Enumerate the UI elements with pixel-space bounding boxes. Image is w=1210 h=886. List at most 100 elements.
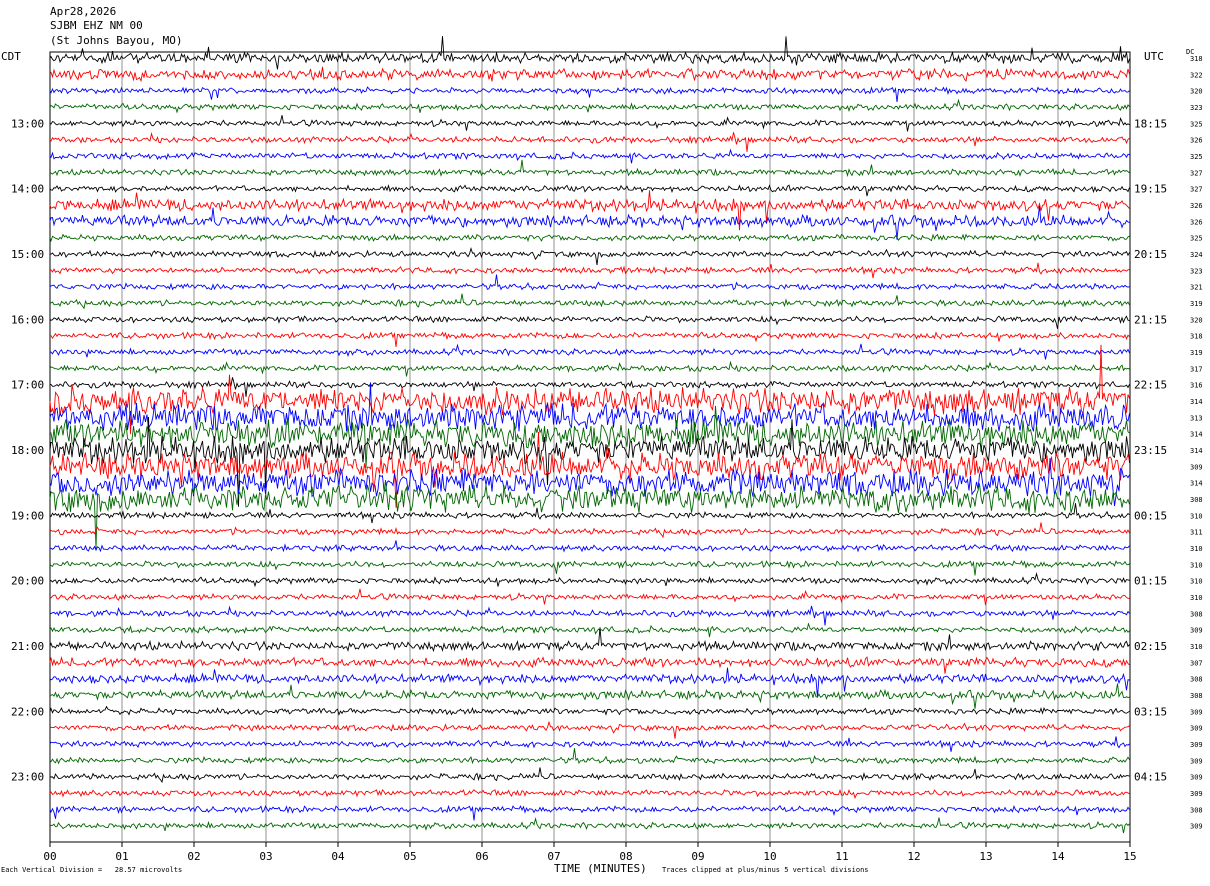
- seismic-trace: [49, 605, 1130, 626]
- seismic-trace: [50, 331, 1130, 347]
- seismic-trace: [49, 622, 1130, 638]
- x-tick-label: 00: [43, 850, 56, 863]
- dc-value: 324: [1190, 251, 1203, 259]
- dc-value: 319: [1190, 300, 1203, 308]
- seismic-trace: [49, 315, 1130, 329]
- x-tick-label: 15: [1123, 850, 1136, 863]
- seismic-trace: [49, 293, 1130, 310]
- left-hour-label: 21:00: [11, 640, 44, 653]
- left-hour-label: 17:00: [11, 379, 44, 392]
- dc-value: 310: [1190, 643, 1203, 651]
- seismic-trace: [49, 159, 1130, 178]
- x-tick-label: 13: [979, 850, 992, 863]
- dc-value: 314: [1190, 447, 1203, 455]
- dc-value: 326: [1190, 137, 1203, 145]
- dc-value: 316: [1190, 382, 1203, 390]
- right-hour-label: 21:15: [1134, 313, 1167, 326]
- seismic-trace: [49, 246, 1130, 266]
- dc-value: 317: [1190, 365, 1203, 373]
- dc-value: 309: [1190, 463, 1203, 471]
- dc-value: 310: [1190, 545, 1203, 553]
- dc-value: 310: [1190, 512, 1203, 520]
- left-hour-label: 18:00: [11, 444, 44, 457]
- seismic-trace: [49, 274, 1130, 291]
- x-axis-title: TIME (MINUTES): [554, 862, 647, 875]
- dc-value: 311: [1190, 529, 1203, 537]
- vertical-division-note: Each Vertical Division = 28.57 microvolt…: [1, 866, 183, 874]
- seismic-trace: [49, 540, 1130, 553]
- x-tick-label: 01: [115, 850, 128, 863]
- seismic-trace: [49, 66, 1130, 83]
- dc-value: 309: [1190, 627, 1203, 635]
- dc-value: 320: [1190, 316, 1203, 324]
- x-tick-label: 02: [187, 850, 200, 863]
- seismic-trace: [49, 559, 1130, 576]
- right-hour-label: 01:15: [1134, 575, 1167, 588]
- dc-value: 314: [1190, 398, 1203, 406]
- seismic-trace: [49, 131, 1130, 152]
- seismic-trace: [49, 184, 1130, 197]
- seismic-trace: [49, 480, 1130, 549]
- dc-value: 308: [1190, 806, 1203, 814]
- seismic-trace: [49, 233, 1130, 243]
- right-hour-label: 22:15: [1134, 379, 1167, 392]
- dc-value: 314: [1190, 431, 1203, 439]
- seismic-trace: [49, 804, 1130, 821]
- right-hour-label: 18:15: [1134, 117, 1167, 130]
- dc-value: 309: [1190, 757, 1203, 765]
- dc-value: 327: [1190, 186, 1203, 194]
- x-tick-label: 04: [331, 850, 345, 863]
- seismic-trace: [49, 262, 1130, 279]
- dc-value: 309: [1190, 823, 1203, 831]
- x-tick-label: 14: [1051, 850, 1065, 863]
- helicorder-plot: 00 01 02 03 04 05 06 07 08 09 10 11 12 13 14 1531832232…: [11, 36, 1203, 863]
- seismic-trace: [49, 377, 1130, 397]
- dc-value: 326: [1190, 202, 1203, 210]
- seismic-trace: [49, 344, 1130, 435]
- seismic-trace: [49, 360, 1130, 377]
- right-hour-label: 02:15: [1134, 640, 1167, 653]
- x-tick-label: 03: [259, 850, 272, 863]
- dc-value: 307: [1190, 659, 1203, 667]
- seismic-trace: [49, 98, 1130, 114]
- dc-value: 309: [1190, 790, 1203, 798]
- seismic-trace: [49, 705, 1130, 716]
- seismic-trace: [49, 736, 1130, 752]
- seismic-trace: [49, 206, 1130, 240]
- dc-value: 309: [1190, 774, 1203, 782]
- seismic-trace: [49, 683, 1130, 709]
- dc-value: 313: [1190, 414, 1203, 422]
- left-hour-label: 22:00: [11, 705, 44, 718]
- dc-value: 325: [1190, 153, 1203, 161]
- x-tick-label: 10: [763, 850, 776, 863]
- dc-value: 309: [1190, 725, 1203, 733]
- dc-value: 310: [1190, 561, 1203, 569]
- seismic-trace: [49, 115, 1130, 132]
- left-hour-label: 15:00: [11, 248, 44, 261]
- dc-value: 320: [1190, 88, 1203, 96]
- right-hour-label: 19:15: [1134, 183, 1167, 196]
- dc-value: 309: [1190, 708, 1203, 716]
- left-hour-label: 16:00: [11, 313, 44, 326]
- seismic-trace: [49, 36, 1130, 70]
- right-hour-label: 20:15: [1134, 248, 1167, 261]
- seismic-trace: [49, 588, 1130, 606]
- dc-value: 319: [1190, 349, 1203, 357]
- left-hour-label: 23:00: [11, 771, 44, 784]
- left-hour-label: 14:00: [11, 183, 44, 196]
- seismic-trace: [49, 343, 1130, 360]
- dc-value: 308: [1190, 496, 1203, 504]
- seismic-trace: [49, 86, 1130, 102]
- x-tick-label: 05: [403, 850, 416, 863]
- x-tick-label: 06: [475, 850, 488, 863]
- dc-value: 321: [1190, 284, 1203, 292]
- dc-value: 325: [1190, 235, 1203, 243]
- left-hour-label: 13:00: [11, 117, 44, 130]
- dc-value: 325: [1190, 120, 1203, 128]
- seismic-trace: [49, 522, 1130, 539]
- seismic-trace: [49, 817, 1130, 834]
- seismic-trace: [49, 148, 1130, 164]
- dc-value: 322: [1190, 71, 1203, 79]
- dc-value: 308: [1190, 610, 1203, 618]
- left-hour-label: 20:00: [11, 575, 44, 588]
